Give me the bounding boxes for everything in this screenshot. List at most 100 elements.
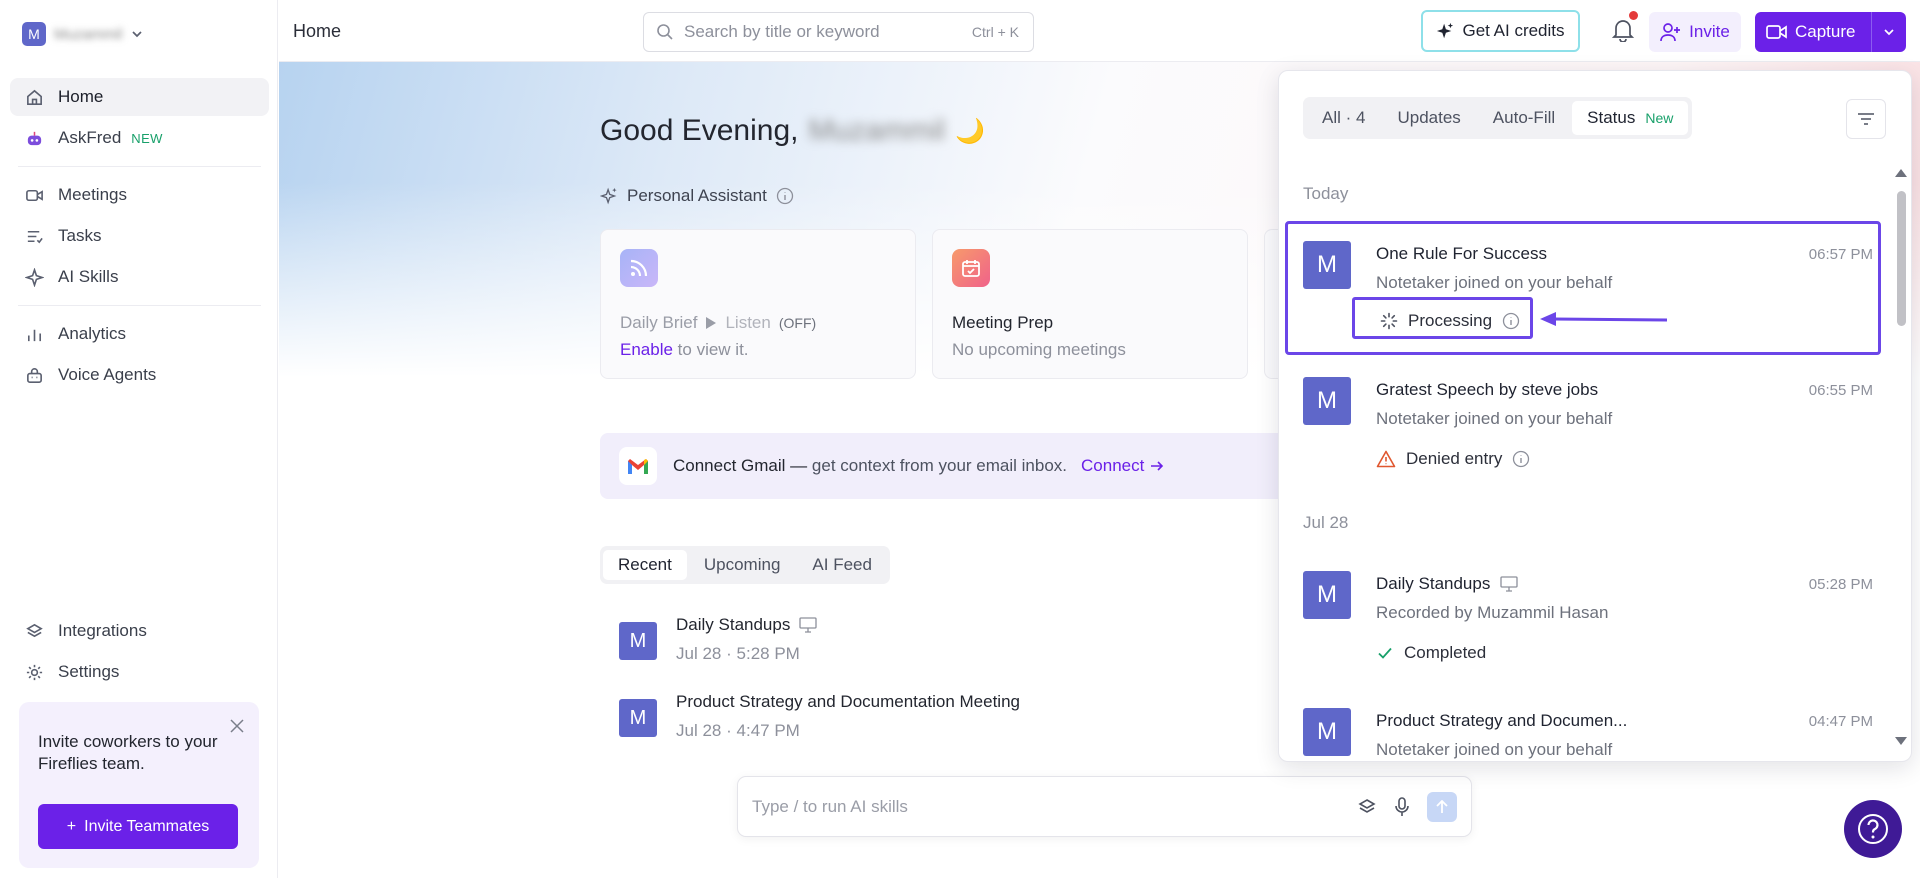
invite-label: Invite — [1689, 22, 1730, 41]
sidebar-item-settings[interactable]: Settings — [10, 653, 269, 691]
sidebar-item-label: AI Skills — [58, 267, 119, 286]
notification-time: 06:55 PM — [1808, 382, 1873, 399]
close-icon[interactable] — [229, 718, 245, 734]
get-ai-credits-label: Get AI credits — [1462, 21, 1565, 40]
plus-icon: + — [66, 817, 77, 835]
get-ai-credits-button[interactable]: Get AI credits — [1421, 10, 1580, 52]
capture-button[interactable]: Capture — [1755, 12, 1906, 52]
notification-item[interactable]: M Product Strategy and Documen... 04:47 … — [1303, 708, 1873, 761]
sidebar-item-label: Integrations — [58, 621, 147, 640]
sidebar-item-voice-agents[interactable]: Voice Agents — [10, 356, 269, 394]
day-heading-today: Today — [1303, 184, 1349, 203]
tab-updates[interactable]: Updates — [1382, 101, 1475, 135]
connect-link[interactable]: Connect — [1081, 456, 1164, 476]
search-input[interactable] — [684, 22, 972, 42]
tab-recent[interactable]: Recent — [603, 550, 687, 580]
notification-title: Gratest Speech by steve jobs — [1376, 380, 1599, 399]
connect-gmail-banner: Connect Gmail — get context from your em… — [600, 433, 1360, 499]
notification-subtitle: Notetaker joined on your behalf — [1376, 740, 1613, 759]
sidebar: M Muzammil Home AskFred NEW Meetings Tas… — [0, 0, 278, 878]
list-item[interactable]: M Daily Standups Jul 28 · 5:28 PM — [619, 615, 817, 664]
help-button[interactable] — [1844, 800, 1902, 858]
sidebar-item-label: Analytics — [58, 324, 127, 343]
sidebar-item-askfred[interactable]: AskFred NEW — [10, 119, 269, 157]
scroll-up-icon[interactable] — [1894, 167, 1908, 179]
scrollbar-thumb[interactable] — [1897, 191, 1906, 326]
invite-coworkers-card: Invite coworkers to your Fireflies team.… — [19, 702, 259, 868]
tab-status-label: Status — [1587, 108, 1636, 127]
sidebar-item-integrations[interactable]: Integrations — [10, 612, 269, 650]
sidebar-item-analytics[interactable]: Analytics — [10, 315, 269, 353]
notifications-panel: All · 4 Updates Auto-Fill Status New Tod… — [1278, 70, 1912, 762]
tab-upcoming[interactable]: Upcoming — [689, 550, 796, 580]
tab-ai-feed[interactable]: AI Feed — [797, 550, 887, 580]
meeting-datetime: Jul 28 · 5:28 PM — [676, 644, 817, 664]
daily-brief-sub-text: to view it. — [677, 340, 749, 359]
search-icon — [657, 24, 673, 40]
listen-label[interactable]: Listen — [725, 313, 770, 333]
sidebar-item-label: Tasks — [58, 226, 102, 245]
sidebar-item-ai-skills[interactable]: AI Skills — [10, 258, 269, 296]
enable-link[interactable]: Enable — [620, 340, 673, 359]
day-heading-jul-28: Jul 28 — [1303, 513, 1349, 532]
help-icon — [1858, 814, 1888, 844]
sidebar-nav-bottom: Integrations Settings — [10, 612, 269, 694]
notification-item[interactable]: M Gratest Speech by steve jobs 06:55 PM … — [1303, 377, 1873, 469]
search-box[interactable]: Ctrl + K — [643, 12, 1034, 52]
tab-auto-fill[interactable]: Auto-Fill — [1478, 101, 1570, 135]
listen-state: (OFF) — [778, 315, 817, 331]
sidebar-item-home[interactable]: Home — [10, 78, 269, 116]
bell-icon[interactable] — [1612, 18, 1634, 42]
daily-brief-card[interactable]: Daily Brief Listen (OFF) Enable to view … — [600, 229, 916, 379]
scroll-down-icon[interactable] — [1894, 735, 1908, 747]
info-icon[interactable] — [776, 187, 794, 205]
meeting-prep-card[interactable]: Meeting Prep No upcoming meetings — [932, 229, 1248, 379]
top-bar: Home Ctrl + K Get AI credits Invite Capt… — [279, 0, 1920, 62]
connect-link-label: Connect — [1081, 456, 1145, 475]
date-separator: · — [726, 721, 732, 740]
video-icon — [26, 189, 43, 201]
sparkle-icon — [25, 267, 44, 287]
arrow-right-icon — [1151, 461, 1164, 471]
meeting-title: Product Strategy and Documentation Meeti… — [676, 692, 1020, 711]
date-separator: · — [726, 644, 732, 663]
notification-time: 04:47 PM — [1808, 713, 1873, 730]
voice-agents-icon — [27, 367, 42, 383]
home-icon — [27, 89, 42, 105]
filter-button[interactable] — [1846, 99, 1886, 139]
meeting-avatar: M — [1303, 708, 1351, 756]
play-icon[interactable] — [705, 316, 717, 330]
microphone-icon[interactable] — [1393, 796, 1411, 817]
sidebar-item-label: Settings — [58, 662, 120, 681]
tab-status[interactable]: Status New — [1572, 101, 1689, 135]
capture-dropdown-button[interactable] — [1871, 12, 1906, 52]
layers-icon — [26, 623, 43, 637]
meeting-avatar: M — [619, 699, 657, 737]
warning-icon — [1376, 450, 1396, 468]
notification-subtitle: Notetaker joined on your behalf — [1376, 409, 1613, 428]
ai-skills-input[interactable] — [752, 796, 1357, 817]
workspace-avatar: M — [22, 22, 46, 46]
personal-assistant-heading: Personal Assistant — [600, 186, 794, 206]
meeting-prep-title: Meeting Prep — [952, 313, 1054, 332]
greeting-name: Muzammil — [808, 114, 946, 147]
new-badge: New — [1645, 110, 1674, 126]
notification-title: Product Strategy and Documen... — [1376, 711, 1628, 730]
layers-icon[interactable] — [1357, 797, 1377, 817]
sidebar-item-label: AskFred — [58, 128, 122, 147]
sparkle-icon — [600, 187, 617, 205]
workspace-switcher[interactable]: M Muzammil — [22, 22, 144, 46]
tab-all[interactable]: All · 4 — [1307, 101, 1380, 135]
invite-teammates-button[interactable]: + Invite Teammates — [38, 804, 238, 849]
greeting: Good Evening, Muzammil 🌙 — [600, 114, 985, 148]
invite-button[interactable]: Invite — [1649, 12, 1741, 52]
calendar-icon — [952, 249, 990, 287]
info-icon[interactable] — [1512, 450, 1530, 468]
sidebar-item-tasks[interactable]: Tasks — [10, 217, 269, 255]
sidebar-item-meetings[interactable]: Meetings — [10, 176, 269, 214]
video-icon — [1766, 25, 1787, 39]
notification-item[interactable]: M Daily Standups 05:28 PM Recorded by Mu… — [1303, 571, 1873, 663]
list-item[interactable]: M Product Strategy and Documentation Mee… — [619, 692, 1020, 741]
notification-tabs: All · 4 Updates Auto-Fill Status New — [1303, 97, 1693, 139]
send-button[interactable] — [1427, 791, 1457, 822]
